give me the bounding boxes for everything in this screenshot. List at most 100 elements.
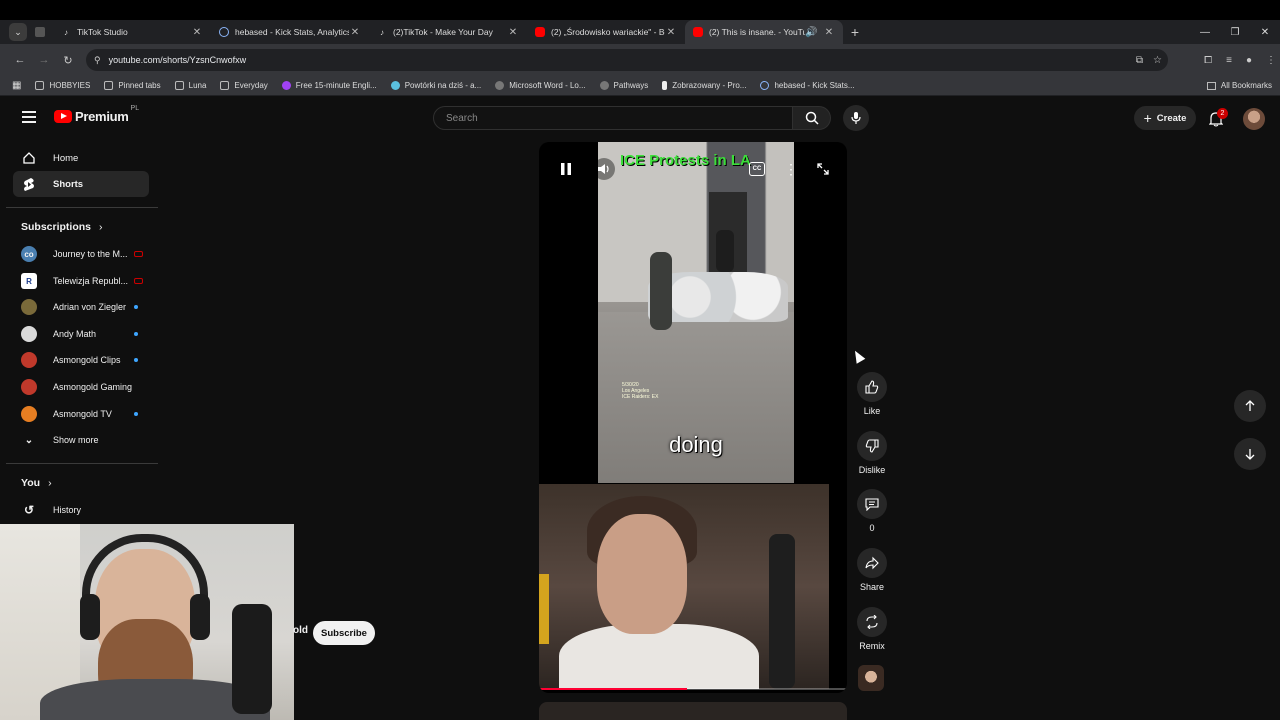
channel-avatar xyxy=(21,406,37,422)
url-text[interactable]: youtube.com/shorts/YzsnCnwofxw xyxy=(109,55,247,65)
captions-icon[interactable]: CC xyxy=(749,162,765,176)
channel-name: Asmongold TV xyxy=(53,409,112,419)
share-button[interactable]: Share xyxy=(856,548,888,592)
search-button[interactable] xyxy=(793,106,831,130)
subscription-adrian[interactable]: Adrian von Ziegler xyxy=(21,296,151,318)
plus-icon: + xyxy=(1143,110,1152,126)
bookmark-zobrazowany[interactable]: Zobrazowany - Pro... xyxy=(662,81,746,90)
bookmark-everyday[interactable]: Everyday xyxy=(220,81,268,90)
new-tab-button[interactable]: + xyxy=(843,24,867,40)
tab-tiktok-studio[interactable]: ♪ TikTok Studio ✕ xyxy=(53,20,211,44)
channel-avatar xyxy=(21,326,37,342)
video-progress-bar[interactable] xyxy=(539,688,847,690)
apps-icon[interactable]: ▦ xyxy=(12,80,21,91)
subscription-asmongold-tv[interactable]: Asmongold TV xyxy=(21,403,151,425)
chevron-right-icon: › xyxy=(99,221,103,233)
folder-icon xyxy=(1206,81,1216,90)
sidebar-item-home[interactable]: Home xyxy=(13,145,149,171)
channel-name: Adrian von Ziegler xyxy=(53,302,127,312)
forward-icon[interactable]: → xyxy=(32,54,56,66)
share-icon xyxy=(857,548,887,578)
volume-button[interactable] xyxy=(593,158,615,180)
tab-tiktok[interactable]: ♪ (2)TikTok - Make Your Day ✕ xyxy=(369,20,527,44)
folder-icon xyxy=(104,81,114,90)
tab-search-button[interactable]: ⌄ xyxy=(9,23,27,41)
menu-icon[interactable] xyxy=(22,111,36,123)
next-short-preview[interactable] xyxy=(539,702,847,720)
tab-kick-stats[interactable]: hebased - Kick Stats, Analytics a ✕ xyxy=(211,20,369,44)
dislike-button[interactable]: Dislike xyxy=(856,431,888,475)
bookmark-powtorki[interactable]: Powtórki na dziś - a... xyxy=(390,81,481,90)
pinned-tab[interactable] xyxy=(33,20,53,44)
bookmark-hobbyies[interactable]: HOBBYIES xyxy=(35,81,90,90)
bookmark-label: Free 15-minute Engli... xyxy=(295,81,377,90)
show-more-button[interactable]: ⌄ Show more xyxy=(21,429,151,451)
shorts-player[interactable]: ICE Protests in LA doing 5/30/20 Los Ang… xyxy=(539,142,847,693)
more-options-icon[interactable]: ⋮ xyxy=(783,160,799,178)
tab-close-icon[interactable]: ✕ xyxy=(191,27,203,38)
logo-text: Premium xyxy=(75,109,129,124)
comments-button[interactable]: 0 xyxy=(856,489,888,533)
site-info-icon[interactable]: ⚲ xyxy=(94,55,101,66)
install-app-icon[interactable]: ⧉ xyxy=(1136,55,1143,66)
tab-youtube-srodowisko[interactable]: (2) „Środowisko wariackie" - Bo ✕ xyxy=(527,20,685,44)
bookmark-word[interactable]: Microsoft Word - Lo... xyxy=(495,81,586,90)
bookmark-label: Luna xyxy=(188,81,207,90)
clip-person xyxy=(716,230,734,272)
stamp-line: ICE Raiders: EX xyxy=(622,394,659,400)
reload-icon[interactable]: ↻ xyxy=(56,54,80,67)
like-button[interactable]: Like xyxy=(856,372,888,416)
subscribe-button[interactable]: Subscribe xyxy=(313,621,375,645)
next-short-button[interactable] xyxy=(1234,438,1266,470)
profile-icon[interactable]: ● xyxy=(1246,55,1252,66)
bookmark-pathways[interactable]: Pathways xyxy=(599,81,648,90)
remix-button[interactable]: Remix xyxy=(856,607,888,651)
cam-light xyxy=(539,574,549,644)
tab-close-icon[interactable]: ✕ xyxy=(665,27,677,38)
channel-avatar: co xyxy=(21,246,37,262)
home-icon xyxy=(21,150,37,166)
tab-audio-icon[interactable]: 🔊 xyxy=(805,27,817,38)
arrow-down-icon xyxy=(1245,449,1255,460)
bookmark-luna[interactable]: Luna xyxy=(174,81,207,90)
account-avatar[interactable] xyxy=(1243,108,1265,130)
bookmark-pinned-tabs[interactable]: Pinned tabs xyxy=(104,81,161,90)
close-window-icon[interactable]: ✕ xyxy=(1250,27,1280,38)
channel-name: Telewizja Republ... xyxy=(53,276,129,286)
channel-name-partial[interactable]: old xyxy=(293,625,308,636)
omnibox[interactable]: ⚲ youtube.com/shorts/YzsnCnwofxw ⧉ ☆ xyxy=(86,49,1168,71)
browser-menu-icon[interactable]: ⋮ xyxy=(1266,55,1276,66)
subscription-asmongold-clips[interactable]: Asmongold Clips xyxy=(21,349,151,371)
create-button[interactable]: + Create xyxy=(1134,106,1196,130)
subscriptions-header[interactable]: Subscriptions › xyxy=(21,221,103,233)
voice-search-button[interactable] xyxy=(843,105,869,131)
pause-button[interactable] xyxy=(557,160,575,178)
previous-short-button[interactable] xyxy=(1234,390,1266,422)
tab-close-icon[interactable]: ✕ xyxy=(349,27,361,38)
subscription-journey[interactable]: co Journey to the M... xyxy=(21,243,151,265)
cam-microphone xyxy=(769,534,795,689)
you-header[interactable]: You › xyxy=(21,477,52,489)
tab-close-icon[interactable]: ✕ xyxy=(823,27,835,38)
bookmark-star-icon[interactable]: ☆ xyxy=(1153,55,1162,66)
bookmark-english[interactable]: Free 15-minute Engli... xyxy=(281,81,377,90)
youtube-premium-logo[interactable]: Premium PL xyxy=(54,105,139,124)
sidebar-item-shorts[interactable]: Shorts xyxy=(13,171,149,197)
bookmark-hebased[interactable]: hebased - Kick Stats... xyxy=(760,81,855,90)
subscription-asmongold-gaming[interactable]: Asmongold Gaming xyxy=(21,376,151,398)
sound-source-thumbnail[interactable] xyxy=(858,665,884,691)
all-bookmarks[interactable]: All Bookmarks xyxy=(1206,81,1272,90)
bookmark-label: HOBBYIES xyxy=(49,81,91,90)
restore-icon[interactable]: ❐ xyxy=(1220,27,1250,38)
subscription-telewizja[interactable]: R Telewizja Republ... xyxy=(21,270,151,292)
minimize-icon[interactable]: — xyxy=(1190,27,1220,38)
extensions-icon[interactable]: ⧠ xyxy=(1204,55,1212,66)
media-controls-icon[interactable]: ≡ xyxy=(1226,55,1232,66)
tab-youtube-active[interactable]: (2) This is insane. - YouTube 🔊 ✕ xyxy=(685,20,843,44)
search-input[interactable]: Search xyxy=(433,106,793,130)
fullscreen-button[interactable] xyxy=(815,160,831,178)
tab-close-icon[interactable]: ✕ xyxy=(507,27,519,38)
subscription-andy-math[interactable]: Andy Math xyxy=(21,323,151,345)
sidebar-item-history[interactable]: ↺ History xyxy=(21,499,151,521)
back-icon[interactable]: ← xyxy=(8,54,32,66)
